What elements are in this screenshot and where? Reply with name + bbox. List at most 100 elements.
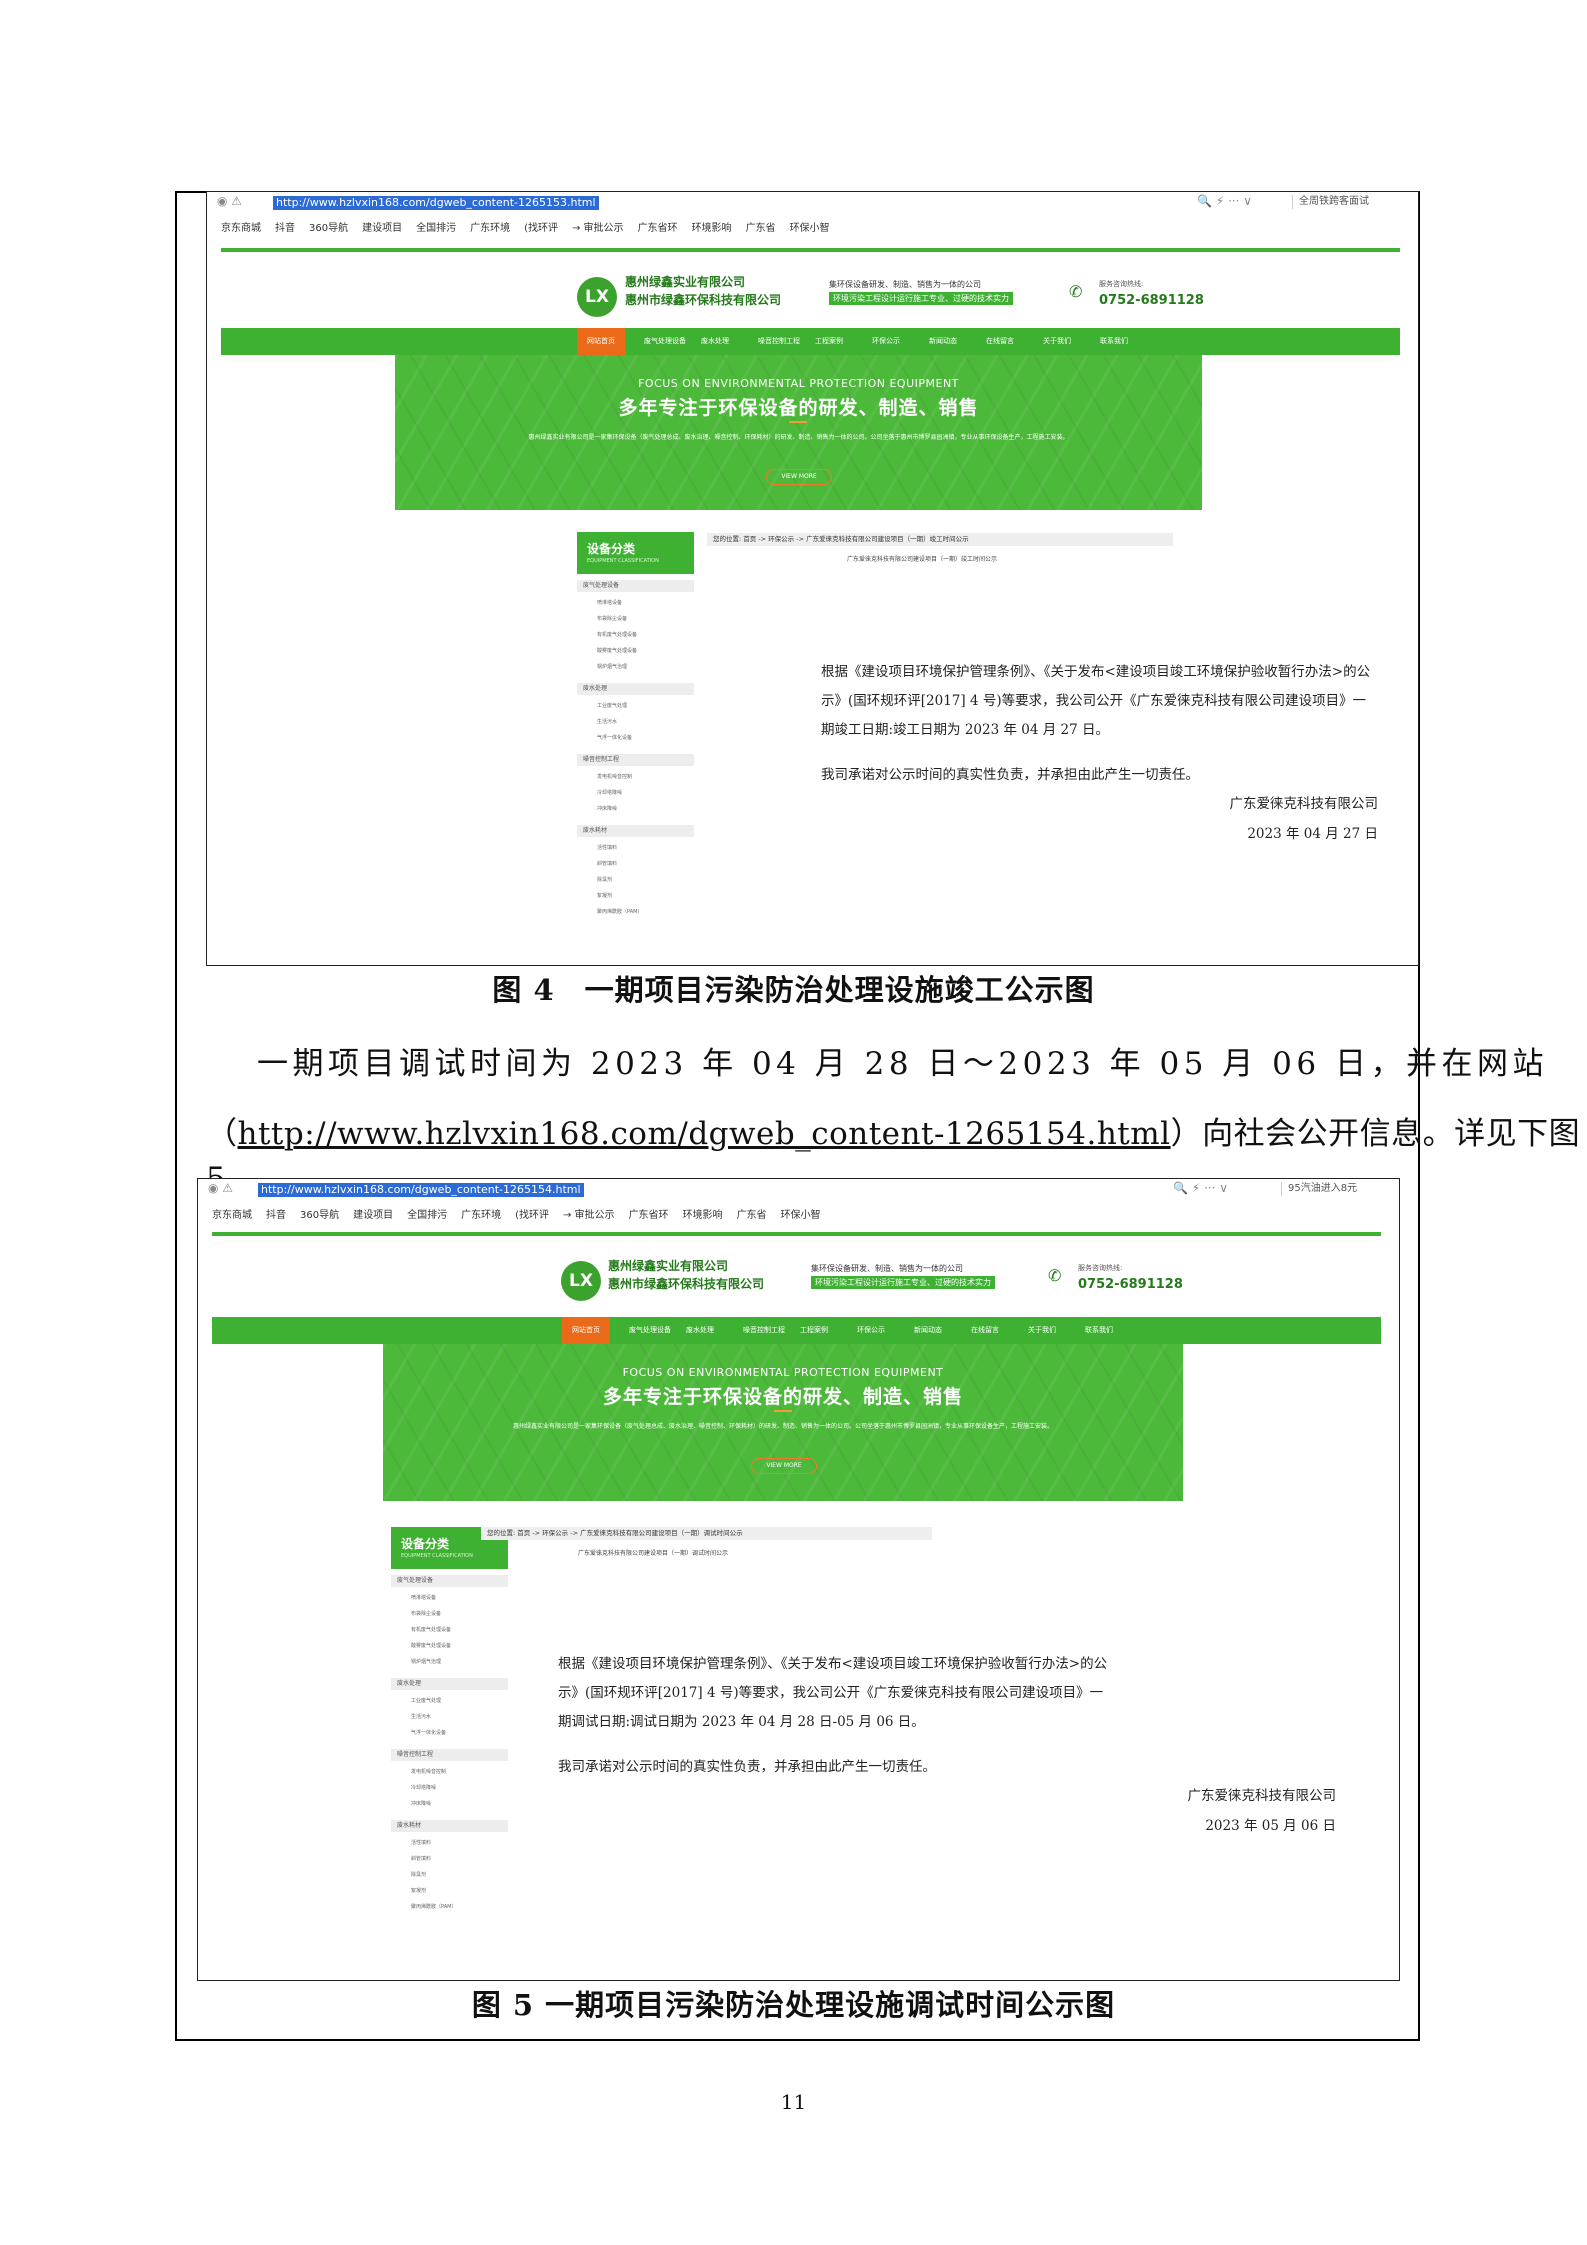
sidebar-category[interactable]: 废水处理 — [391, 1678, 508, 1690]
nav-item[interactable]: 在线留言 — [971, 1325, 999, 1335]
sidebar-item[interactable]: 斜管填料 — [597, 860, 617, 867]
bookmark-item[interactable]: 广东省 — [746, 223, 776, 234]
nav-item[interactable]: 废水处理 — [701, 336, 729, 346]
sidebar-category[interactable]: 噪音控制工程 — [577, 754, 694, 766]
view-more-button[interactable]: VIEW MORE — [766, 469, 832, 485]
nav-item[interactable]: 关于我们 — [1043, 336, 1071, 346]
bookmark-item[interactable]: 360导航 — [309, 223, 348, 234]
signature-block: 广东爱徕克科技有限公司 2023 年 04 月 27 日 — [1229, 796, 1379, 842]
nav-item[interactable]: 噪音控制工程 — [758, 336, 800, 346]
sidebar-category[interactable]: 噪音控制工程 — [391, 1749, 508, 1761]
nav-item[interactable]: 网站首页 — [562, 1317, 610, 1344]
bookmark-item[interactable]: 广东省环 — [629, 1210, 669, 1221]
sidebar-item[interactable]: 絮凝剂 — [597, 892, 612, 899]
bookmark-item[interactable]: 京东商城 — [212, 1210, 252, 1221]
nav-item[interactable]: 环保公示 — [857, 1325, 885, 1335]
bookmark-item[interactable]: 环保小智 — [781, 1210, 821, 1221]
sidebar-item[interactable]: 锅炉烟气治理 — [597, 663, 627, 670]
nav-item[interactable]: 关于我们 — [1028, 1325, 1056, 1335]
nav-item[interactable]: 环保公示 — [872, 336, 900, 346]
bookmark-item[interactable]: 全国排污 — [407, 1210, 447, 1221]
sidebar-item[interactable]: 活性填料 — [411, 1839, 431, 1846]
sidebar-item[interactable]: 生活污水 — [411, 1713, 431, 1720]
bookmark-item[interactable]: 广东省 — [737, 1210, 767, 1221]
bookmark-item[interactable]: 京东商城 — [221, 223, 261, 234]
nav-item[interactable]: 噪音控制工程 — [743, 1325, 785, 1335]
search-box[interactable]: 全周铁跨客面试 — [1292, 195, 1369, 209]
sidebar-item[interactable]: 布袋除尘设备 — [411, 1610, 441, 1617]
url-text[interactable]: http://www.hzlvxin168.com/dgweb_content-… — [273, 196, 599, 210]
nav-item[interactable]: 废气处理设备 — [644, 336, 686, 346]
sidebar-item[interactable]: 工业废气处理 — [597, 702, 627, 709]
bookmark-item[interactable]: 广东省环 — [638, 223, 678, 234]
sidebar-category[interactable]: 废水耗材 — [391, 1820, 508, 1832]
content-link[interactable]: http://www.hzlvxin168.com/dgweb_content-… — [238, 1116, 1171, 1152]
bookmark-item[interactable]: (找环评 — [524, 223, 558, 234]
company-name-1: 惠州绿鑫实业有限公司 — [608, 1259, 729, 1273]
sidebar-item[interactable]: 冷却塔降噪 — [597, 789, 622, 796]
bookmark-item[interactable]: 广东环境 — [461, 1210, 501, 1221]
search-box[interactable]: 95汽油进入8元 — [1281, 1182, 1357, 1196]
sidebar-item[interactable]: 发电机噪音控制 — [411, 1768, 446, 1775]
sidebar-item[interactable]: 除臭剂 — [597, 876, 612, 883]
nav-item[interactable]: 废气处理设备 — [629, 1325, 671, 1335]
sidebar-item[interactable]: 酸雾废气处理设备 — [597, 647, 637, 654]
url-text[interactable]: http://www.hzlvxin168.com/dgweb_content-… — [258, 1183, 584, 1197]
company-name-1: 惠州绿鑫实业有限公司 — [625, 275, 746, 289]
sidebar-item[interactable]: 工业废气处理 — [411, 1697, 441, 1704]
sidebar-category[interactable]: 废气处理设备 — [391, 1575, 508, 1587]
figure4-screenshot: ◉ ⚠ http://www.hzlvxin168.com/dgweb_cont… — [206, 191, 1419, 966]
sidebar-category[interactable]: 废水耗材 — [577, 825, 694, 837]
sidebar-item[interactable]: 布袋除尘设备 — [597, 615, 627, 622]
sidebar-item[interactable]: 锅炉烟气治理 — [411, 1658, 441, 1665]
sidebar-item[interactable]: 气浮一体化设备 — [411, 1729, 446, 1736]
nav-item[interactable]: 在线留言 — [986, 336, 1014, 346]
sidebar-item[interactable]: 气浮一体化设备 — [597, 734, 632, 741]
sidebar-category[interactable]: 废水处理 — [577, 683, 694, 695]
bookmark-item[interactable]: 抖音 — [266, 1210, 286, 1221]
nav-item[interactable]: 新闻动态 — [929, 336, 957, 346]
sidebar-item[interactable]: 冲床降噪 — [597, 805, 617, 812]
bookmark-item[interactable]: 广东环境 — [470, 223, 510, 234]
sidebar-item[interactable]: 喷淋塔设备 — [411, 1594, 436, 1601]
sidebar-item[interactable]: 絮凝剂 — [411, 1887, 426, 1894]
view-more-button[interactable]: VIEW MORE — [751, 1458, 817, 1474]
sidebar-item[interactable]: 斜管填料 — [411, 1855, 431, 1862]
bookmark-item[interactable]: 建设项目 — [353, 1210, 393, 1221]
nav-item[interactable]: 工程案例 — [800, 1325, 828, 1335]
sidebar-item[interactable]: 冲床降噪 — [411, 1800, 431, 1807]
nav-item[interactable]: 废水处理 — [686, 1325, 714, 1335]
bookmark-item[interactable]: → 审批公示 — [572, 223, 624, 234]
bookmark-item[interactable]: 环境影响 — [683, 1210, 723, 1221]
nav-item[interactable]: 工程案例 — [815, 336, 843, 346]
sidebar-item[interactable]: 发电机噪音控制 — [597, 773, 632, 780]
sidebar-item[interactable]: 有机废气处理设备 — [597, 631, 637, 638]
sidebar-item[interactable]: 酸雾废气处理设备 — [411, 1642, 451, 1649]
bookmark-item[interactable]: 环保小智 — [790, 223, 830, 234]
bookmark-item[interactable]: 全国排污 — [416, 223, 456, 234]
sidebar-item[interactable]: 冷却塔降噪 — [411, 1784, 436, 1791]
phone-block: 服务咨询热线: 0752-6891128 — [1078, 1264, 1183, 1292]
sidebar-item[interactable]: 有机废气处理设备 — [411, 1626, 451, 1633]
bookmark-item[interactable]: 环境影响 — [692, 223, 732, 234]
sidebar-item[interactable]: 喷淋塔设备 — [597, 599, 622, 606]
sidebar-item[interactable]: 聚丙烯酰胺（PAM） — [411, 1903, 456, 1910]
nav-item[interactable]: 联系我们 — [1085, 1325, 1113, 1335]
bookmark-item[interactable]: (找环评 — [515, 1210, 549, 1221]
bookmarks-bar: 京东商城 抖音 360导航 建设项目 全国排污 广东环境 (找环评 → 审批公示 广东省环 环境影… — [221, 219, 844, 235]
bookmark-item[interactable]: 抖音 — [275, 223, 295, 234]
nav-item[interactable]: 新闻动态 — [914, 1325, 942, 1335]
bookmark-item[interactable]: → 审批公示 — [563, 1210, 615, 1221]
sidebar-item[interactable]: 活性填料 — [597, 844, 617, 851]
nav-item[interactable]: 网站首页 — [577, 328, 625, 355]
bookmark-item[interactable]: 360导航 — [300, 1210, 339, 1221]
sidebar-category[interactable]: 废气处理设备 — [577, 580, 694, 592]
bookmark-item[interactable]: 建设项目 — [362, 223, 402, 234]
sidebar-item[interactable]: 聚丙烯酰胺（PAM） — [597, 908, 642, 915]
sidebar-item[interactable]: 生活污水 — [597, 718, 617, 725]
nav-item[interactable]: 联系我们 — [1100, 336, 1128, 346]
toolbar-icons[interactable]: 🔍 ⚡ ··· ∨ — [1173, 1181, 1228, 1195]
address-bar: ◉ ⚠ http://www.hzlvxin168.com/dgweb_cont… — [198, 1179, 1399, 1201]
sidebar-item[interactable]: 除臭剂 — [411, 1871, 426, 1878]
toolbar-icons[interactable]: 🔍 ⚡ ··· ∨ — [1197, 194, 1252, 208]
